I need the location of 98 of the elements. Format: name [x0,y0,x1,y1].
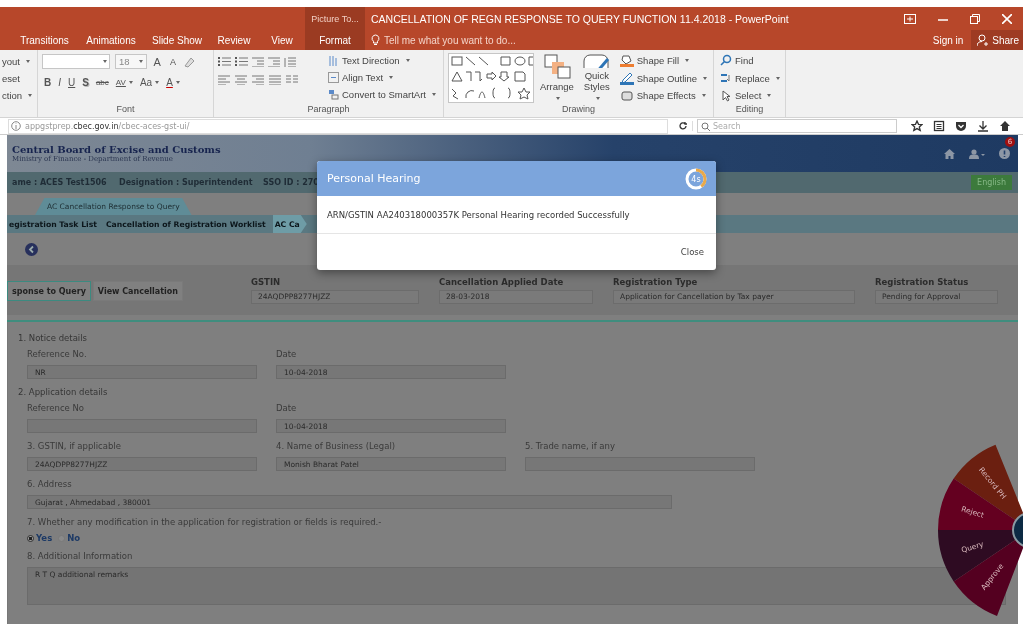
info-icon[interactable] [999,148,1010,159]
ribbon-command[interactable]: Text Direction [326,53,438,68]
reading-list-icon[interactable] [933,120,945,132]
font-style-button[interactable]: Aa [137,77,162,88]
close-button[interactable]: Close [678,244,706,260]
shapes-gallery[interactable] [448,53,534,103]
ribbon-command[interactable]: ction [0,88,33,103]
home-icon[interactable] [999,120,1011,132]
user-info-text: Designation : Superintendent [119,178,254,187]
ribbon-tab[interactable]: Animations [77,30,145,50]
field-label: Registration Type [613,276,699,287]
action-button[interactable]: sponse to Query [7,281,91,301]
pocket-icon[interactable] [955,120,967,132]
font-style-button[interactable]: I [56,77,63,88]
font-style-button[interactable]: U [66,77,78,88]
font-name-field[interactable] [42,54,110,69]
arrange-icon [541,53,572,79]
font-style-button[interactable]: abc [93,78,111,87]
ribbon-tab[interactable]: Transitions [12,30,77,50]
shape-effects-icon [619,89,634,103]
share-button[interactable]: Share [971,30,1023,50]
cursor-icon [720,89,732,102]
reload-icon[interactable] [678,121,688,131]
field-label: Cancellation Applied Date [439,276,565,287]
search-field[interactable]: Search [697,119,897,133]
ribbon-command[interactable]: Find [718,53,782,68]
ribbon-command[interactable]: Replace [718,70,782,86]
field-label: Date [276,403,298,413]
font-style-button[interactable]: B [42,77,54,88]
restore-icon[interactable] [970,13,980,24]
person-add-icon [977,34,990,46]
close-icon[interactable] [1002,13,1012,24]
field-label: Reference No. [27,349,88,359]
replace-icon [720,72,732,84]
ribbon-command[interactable]: eset [0,71,33,86]
url-text[interactable]: appgstprep.cbec.gov.in/cbec-aces-gst-ui/ [25,121,190,131]
ribbon-command[interactable]: Convert to SmartArt [326,87,438,102]
dialog-title: Personal Hearing [327,172,421,185]
smartart-icon [328,89,339,100]
ribbon-command[interactable]: Shape Effects [617,88,709,103]
section-heading: 1. Notice details [18,333,88,343]
action-button[interactable]: View Cancellation [92,281,183,301]
grow-font-button[interactable]: A [151,55,163,68]
field-label: GSTIN [251,276,282,287]
ribbon-display-icon[interactable] [904,13,916,24]
quick-styles-button[interactable]: Quick Styles [579,53,614,103]
field-label: Reference No [27,403,86,413]
field-label: Registration Status [875,276,970,287]
font-style-button[interactable]: S [80,77,91,88]
timer-text: 4s [691,174,701,184]
ribbon-command[interactable]: Align Text [326,70,438,85]
arrange-button[interactable]: Arrange [537,53,576,103]
paint-bucket-icon [619,53,634,67]
ribbon-tab[interactable]: View [259,30,305,50]
user-info-text: ame : ACES Test1506 [12,178,108,187]
pen-icon [619,71,634,85]
ribbon-tab[interactable]: Format [305,30,365,50]
download-icon[interactable] [977,120,989,132]
section-heading: 2. Application details [18,387,109,397]
ribbon-command[interactable]: yout [0,54,33,69]
group-label: Paragraph [306,103,351,116]
info-icon[interactable] [11,121,21,131]
group-label: Drawing [561,103,596,116]
text-direction-icon [328,55,339,66]
back-icon[interactable] [25,242,38,256]
contextual-tab-label: Picture To... [305,7,365,30]
field-label: 5. Trade name, if any [525,441,616,451]
bullets-icon[interactable] [218,56,231,67]
search-icon [720,54,732,67]
window-title: CANCELLATION OF REGN RESPONSE TO QUERY FUNCTION 11.4.2018 - PowerPoint [371,12,789,25]
field-label: Date [276,349,298,359]
ribbon-command[interactable]: Shape Outline [617,70,709,86]
hub-drawing [1012,512,1023,548]
group-label: Editing [734,103,765,116]
field-label: 8. Additional Information [27,551,134,561]
star-icon[interactable] [911,120,923,132]
group-label: Font [115,103,136,116]
sign-in-link[interactable]: Sign in [924,30,972,50]
dialog-message: ARN/GSTIN AA240318000357K Personal Hearing recorded Successfully [327,209,630,220]
organization-name: Central Board of Excise and Customs [12,144,221,155]
align-text-icon [328,72,339,83]
font-style-button[interactable]: AV [113,78,135,87]
radio-button[interactable] [27,534,34,542]
shrink-font-button[interactable]: A [167,56,178,67]
font-style-button[interactable]: A [164,77,182,88]
font-size-field[interactable]: 18 [115,54,147,69]
tell-me-field[interactable]: Tell me what you want to do... [371,30,534,50]
quick-styles-icon [581,53,612,68]
field-label: 3. GSTIN, if applicable [27,441,122,451]
ribbon-command[interactable]: Shape Fill [617,53,709,68]
ribbon-command[interactable]: Select [718,88,782,103]
numbering-icon[interactable] [235,56,248,67]
user-icon[interactable] [969,148,985,159]
lightbulb-icon [371,34,380,46]
ribbon-tab[interactable]: Slide Show [145,30,209,50]
clear-formatting-icon[interactable] [182,55,195,68]
ribbon-tab[interactable]: Review [209,30,259,50]
field-label: 4. Name of Business (Legal) [276,441,397,451]
